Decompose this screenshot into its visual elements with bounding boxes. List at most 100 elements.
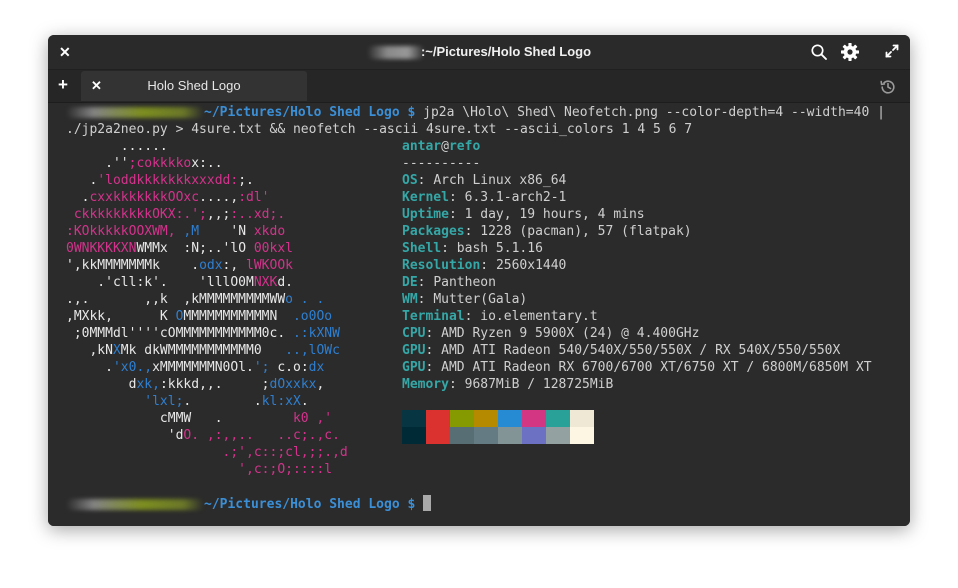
ascii-art-segment: . <box>66 190 90 205</box>
info-value: 2560x1440 <box>495 258 567 273</box>
ascii-art-line: .cxxkkkkkkkOOxc....,:dl' <box>66 189 348 206</box>
ascii-art-segment: :..xd;. <box>230 207 286 222</box>
info-value: bash 5.1.16 <box>456 241 543 256</box>
blurred-username <box>66 107 204 118</box>
ascii-art-segment: . <box>66 173 98 188</box>
info-colon: : <box>425 326 442 341</box>
color-swatch <box>474 427 498 444</box>
ascii-art-segment: 0WNKKKKXN <box>66 241 137 256</box>
username: antar <box>402 139 442 154</box>
info-field-cpu: CPU: AMD Ryzen 9 5900X (24) @ 4.400GHz <box>402 325 872 342</box>
info-field-kernel: Kernel: 6.3.1-arch2-1 <box>402 189 872 206</box>
ascii-art-segment: :dl' <box>238 190 270 205</box>
ascii-art-line: :KOkkkkkOOXWM, ,M 'N xkdo <box>66 223 348 240</box>
ascii-art-segment: 00kxl <box>253 241 293 256</box>
info-field-wm: WM: Mutter(Gala) <box>402 291 872 308</box>
ascii-art-segment: cxxkkkkkkkOOxc <box>89 190 200 205</box>
ascii-art-segment: Mk dkWMMMMMMMMMMM0 <box>120 343 286 358</box>
ascii-art-segment: o . . <box>285 292 325 307</box>
ascii-art-segment: 'x0., <box>112 360 153 375</box>
info-key: Kernel <box>402 190 449 205</box>
ascii-art-segment: ckkkkkkkkkOKX:.'; <box>66 207 207 222</box>
command-line-1: ~/Pictures/Holo Shed Logo $ jp2a \Holo\ … <box>66 104 885 121</box>
prompt-line[interactable]: ~/Pictures/Holo Shed Logo $ <box>66 495 432 513</box>
ascii-art-segment: 'N <box>199 224 254 239</box>
info-colon: : <box>448 377 465 392</box>
ascii-art-line: ,MXkk, K OMMMMMMMMMMMN .o0Oo <box>66 308 348 325</box>
ascii-art-segment: .:kXNW <box>292 326 340 341</box>
color-swatch <box>498 427 522 444</box>
terminal-output[interactable]: ~/Pictures/Holo Shed Logo $ jp2a \Holo\ … <box>48 103 910 526</box>
info-value: io.elementary.t <box>480 309 598 324</box>
color-swatch <box>474 410 498 427</box>
ascii-art-line: .'loddkkkkkkkxxxdd:;. <box>66 172 348 189</box>
info-field-memory: Memory: 9687MiB / 128725MiB <box>402 376 872 393</box>
ascii-art-segment: ;cokkkko <box>128 156 192 171</box>
ascii-art-segment: NXK <box>253 275 278 290</box>
ascii-art-segment: d. <box>277 275 293 290</box>
ascii-art-segment: x:.. <box>191 156 223 171</box>
info-colon: : <box>425 343 442 358</box>
ascii-art-line: .'cll:k'. 'lllO0MNXKd. <box>66 274 348 291</box>
ascii-art-segment: odx <box>199 258 223 273</box>
color-swatch <box>426 410 450 427</box>
color-swatch <box>450 427 474 444</box>
info-value: 9687MiB / 128725MiB <box>464 377 614 392</box>
new-tab-button[interactable]: + <box>58 76 68 93</box>
ascii-art-segment: O. ,:,,.. ..c;.,c. <box>183 428 340 443</box>
window-title-text: :~/Pictures/Holo Shed Logo <box>420 44 592 59</box>
window-title: :~/Pictures/Holo Shed Logo <box>48 44 910 60</box>
info-key: Shell <box>402 241 442 256</box>
user-host-line: antar@refo <box>402 138 872 155</box>
ascii-art-segment: 'lxl; <box>66 394 184 409</box>
info-value: 6.3.1-arch2-1 <box>464 190 567 205</box>
info-field-shell: Shell: bash 5.1.16 <box>402 240 872 257</box>
ascii-art-segment: , <box>316 377 325 392</box>
color-swatch <box>570 427 594 444</box>
ascii-art-segment: ,MXkk, K <box>66 309 176 324</box>
tab-holo-shed-logo[interactable]: ✕ Holo Shed Logo <box>81 71 307 101</box>
ascii-art-line: ',kkMMMMMMMk .odx:, lWKOOk <box>66 257 348 274</box>
info-key: Memory <box>402 377 449 392</box>
color-swatch <box>402 410 426 427</box>
info-colon: : <box>425 360 442 375</box>
info-key: Terminal <box>402 309 465 324</box>
ascii-art-segment: xk, <box>136 377 160 392</box>
gear-icon[interactable] <box>840 42 860 67</box>
history-icon[interactable] <box>879 78 897 101</box>
ascii-art-segment: X <box>112 343 121 358</box>
ascii-art-segment: ',kkMMMMMMMk . <box>66 258 200 273</box>
info-key: DE <box>402 275 418 290</box>
ascii-art-segment: ;0MMMdl''''cOMMMMMMMMMMM0c. <box>66 326 293 341</box>
ascii-art-segment: xkdo <box>253 224 286 239</box>
search-icon[interactable] <box>810 43 828 66</box>
info-value: AMD Ryzen 9 5900X (24) @ 4.400GHz <box>441 326 700 341</box>
color-swatch <box>498 410 522 427</box>
fullscreen-icon[interactable] <box>885 44 899 63</box>
ascii-art-line: 'dO. ,:,,.. ..c;.,c. <box>66 427 348 444</box>
ascii-art-segment: '; <box>253 360 270 375</box>
ascii-art-line: .,. ,,k ,kMMMMMMMMMWWo . . <box>66 291 348 308</box>
command-line-2: ./jp2a2neo.py > 4sure.txt && neofetch --… <box>66 121 692 138</box>
info-value: 1228 (pacman), 57 (flatpak) <box>480 224 692 239</box>
info-field-gpu: GPU: AMD ATI Radeon 540/540X/550/550X / … <box>402 342 872 359</box>
ascii-art-segment: xMMMMMMMN0Ol. <box>152 360 254 375</box>
ascii-art-segment: ,M <box>183 224 200 239</box>
ascii-art-line: .'x0.,xMMMMMMMN0Ol.'; c.o:dx <box>66 359 348 376</box>
ascii-art-segment: d <box>66 377 137 392</box>
system-info: antar@refo ---------- OS: Arch Linux x86… <box>402 138 872 393</box>
info-field-os: OS: Arch Linux x86_64 <box>402 172 872 189</box>
ascii-art-line: dxk,:kkkd,,. ;dOxxkx, <box>66 376 348 393</box>
ascii-art-segment: . <box>66 360 113 375</box>
ascii-art-line: .;',c::;cl,;;.,d <box>66 444 348 461</box>
color-swatch <box>522 410 546 427</box>
ascii-art-segment: . . <box>183 394 262 409</box>
ascii-art-line: ;0MMMdl''''cOMMMMMMMMMMM0c. .:kXNW <box>66 325 348 342</box>
info-colon: : <box>417 292 434 307</box>
ascii-art-segment: .'' <box>66 156 129 171</box>
info-key: Packages <box>402 224 465 239</box>
ascii-art-segment: dx <box>308 360 325 375</box>
ascii-art-segment: MMMMMMMMMMMN <box>183 309 293 324</box>
color-swatch <box>426 427 450 444</box>
color-swatch <box>402 427 426 444</box>
